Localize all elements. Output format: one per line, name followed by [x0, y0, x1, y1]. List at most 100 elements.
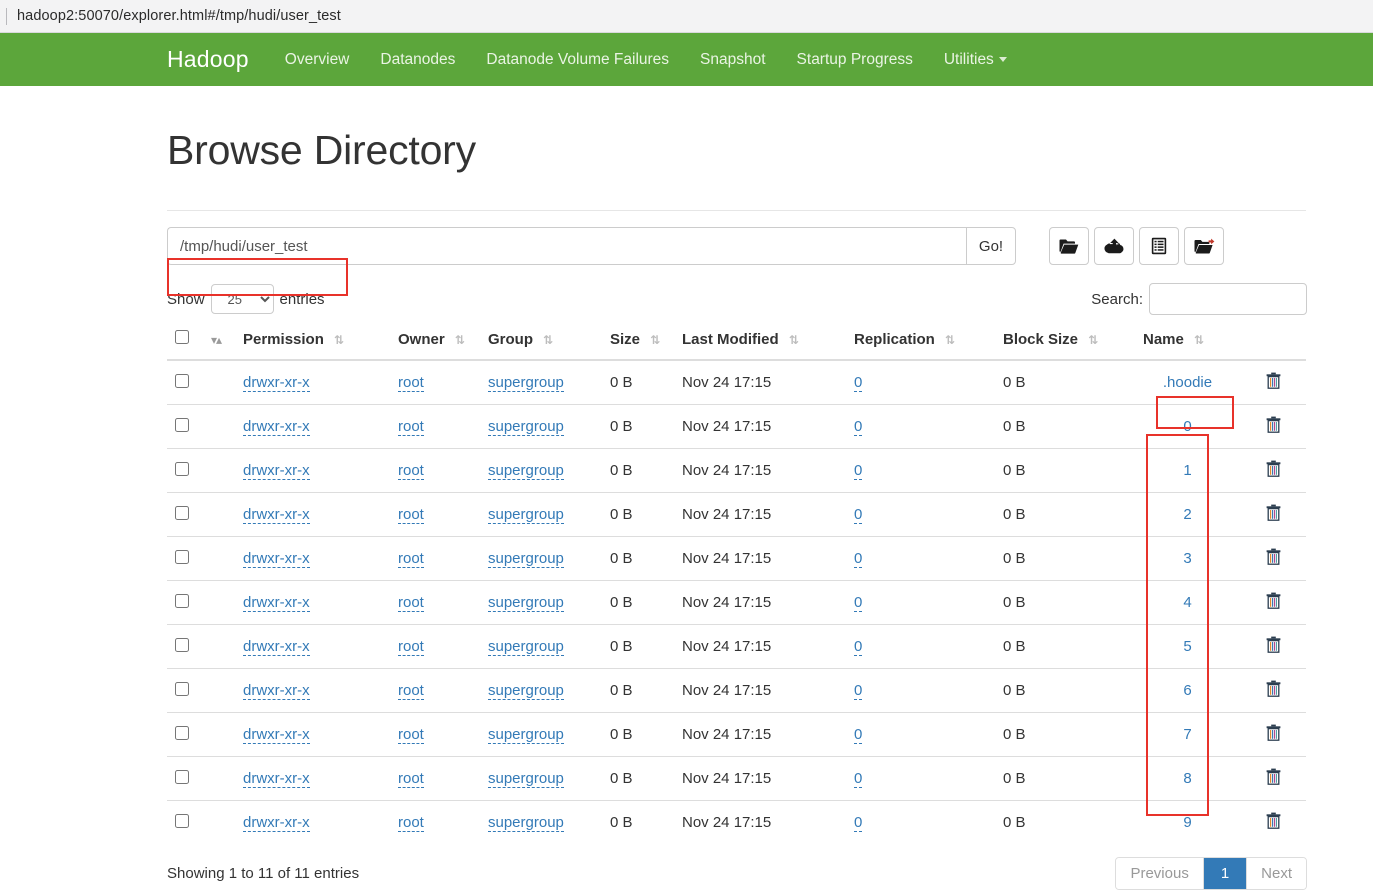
row-select-cell[interactable] — [167, 756, 197, 801]
owner-link[interactable]: root — [398, 594, 424, 613]
owner-link[interactable]: root — [398, 638, 424, 657]
trash-icon[interactable] — [1266, 460, 1281, 481]
trash-icon[interactable] — [1266, 636, 1281, 657]
name-link[interactable]: 5 — [1183, 638, 1191, 655]
replication-link[interactable]: 0 — [854, 726, 863, 745]
browser-url-bar[interactable]: hadoop2:50070/explorer.html#/tmp/hudi/us… — [0, 0, 1373, 33]
permission-link[interactable]: drwxr-xr-x — [243, 418, 310, 437]
snapshot-list-button[interactable] — [1139, 227, 1179, 266]
cut-paste-folder-button[interactable] — [1184, 227, 1224, 266]
group-link[interactable]: supergroup — [488, 506, 564, 525]
permission-link[interactable]: drwxr-xr-x — [243, 506, 310, 525]
permission-link[interactable]: drwxr-xr-x — [243, 374, 310, 393]
row-checkbox[interactable] — [175, 637, 189, 652]
nav-item-overview[interactable]: Overview — [285, 51, 350, 69]
path-input[interactable] — [167, 227, 966, 266]
th-replication[interactable]: Replication ⇅ — [846, 322, 995, 362]
group-link[interactable]: supergroup — [488, 770, 564, 789]
permission-link[interactable]: drwxr-xr-x — [243, 682, 310, 701]
name-link[interactable]: 8 — [1183, 770, 1191, 787]
group-link[interactable]: supergroup — [488, 682, 564, 701]
row-select-cell[interactable] — [167, 712, 197, 757]
th-last-modified[interactable]: Last Modified ⇅ — [674, 322, 846, 362]
name-link[interactable]: 9 — [1183, 814, 1191, 831]
permission-link[interactable]: drwxr-xr-x — [243, 462, 310, 481]
owner-link[interactable]: root — [398, 814, 424, 833]
row-checkbox[interactable] — [175, 681, 189, 696]
th-owner[interactable]: Owner ⇅ — [390, 322, 480, 362]
owner-link[interactable]: root — [398, 462, 424, 481]
select-all-checkbox[interactable] — [175, 330, 189, 345]
row-checkbox[interactable] — [175, 769, 189, 784]
permission-link[interactable]: drwxr-xr-x — [243, 770, 310, 789]
owner-link[interactable]: root — [398, 726, 424, 745]
owner-link[interactable]: root — [398, 550, 424, 569]
row-select-cell[interactable] — [167, 360, 197, 405]
row-checkbox[interactable] — [175, 461, 189, 476]
group-link[interactable]: supergroup — [488, 726, 564, 745]
permission-link[interactable]: drwxr-xr-x — [243, 594, 310, 613]
row-select-cell[interactable] — [167, 404, 197, 449]
row-select-cell[interactable] — [167, 668, 197, 713]
row-checkbox[interactable] — [175, 373, 189, 388]
group-link[interactable]: supergroup — [488, 418, 564, 437]
nav-item-datanode-volume-failures[interactable]: Datanode Volume Failures — [486, 51, 669, 69]
pagination-previous[interactable]: Previous — [1116, 858, 1204, 890]
owner-link[interactable]: root — [398, 682, 424, 701]
row-checkbox[interactable] — [175, 813, 189, 828]
replication-link[interactable]: 0 — [854, 418, 863, 437]
new-directory-button[interactable] — [1049, 227, 1089, 266]
pagination-next[interactable]: Next — [1247, 858, 1306, 890]
name-link[interactable]: 6 — [1183, 682, 1191, 699]
owner-link[interactable]: root — [398, 418, 424, 437]
search-input[interactable] — [1149, 283, 1307, 316]
trash-icon[interactable] — [1266, 592, 1281, 613]
replication-link[interactable]: 0 — [854, 682, 863, 701]
th-group[interactable]: Group ⇅ — [480, 322, 602, 362]
replication-link[interactable]: 0 — [854, 550, 863, 569]
brand-hadoop[interactable]: Hadoop — [167, 46, 249, 73]
row-checkbox[interactable] — [175, 417, 189, 432]
th-size[interactable]: Size ⇅ — [602, 322, 674, 362]
row-select-cell[interactable] — [167, 448, 197, 493]
owner-link[interactable]: root — [398, 374, 424, 393]
page-length-select[interactable]: 25 50 100 — [210, 284, 274, 315]
trash-icon[interactable] — [1266, 372, 1281, 393]
group-link[interactable]: supergroup — [488, 374, 564, 393]
name-link[interactable]: 1 — [1183, 462, 1191, 479]
replication-link[interactable]: 0 — [854, 770, 863, 789]
name-link[interactable]: 7 — [1183, 726, 1191, 743]
group-link[interactable]: supergroup — [488, 638, 564, 657]
th-name[interactable]: Name ⇅ — [1135, 322, 1240, 362]
th-permission[interactable]: Permission ⇅ — [235, 322, 390, 362]
name-link[interactable]: 4 — [1183, 594, 1191, 611]
group-link[interactable]: supergroup — [488, 814, 564, 833]
owner-link[interactable]: root — [398, 770, 424, 789]
nav-item-datanodes[interactable]: Datanodes — [380, 51, 455, 69]
permission-link[interactable]: drwxr-xr-x — [243, 550, 310, 569]
row-checkbox[interactable] — [175, 593, 189, 608]
row-checkbox[interactable] — [175, 725, 189, 740]
row-select-cell[interactable] — [167, 536, 197, 581]
th-select-all[interactable] — [167, 322, 197, 362]
row-select-cell[interactable] — [167, 492, 197, 537]
upload-file-button[interactable] — [1094, 227, 1134, 266]
nav-item-utilities[interactable]: Utilities — [944, 51, 1007, 69]
th-sort-flag[interactable]: ▾▴ — [197, 322, 235, 362]
trash-icon[interactable] — [1266, 812, 1281, 833]
replication-link[interactable]: 0 — [854, 638, 863, 657]
trash-icon[interactable] — [1266, 680, 1281, 701]
replication-link[interactable]: 0 — [854, 594, 863, 613]
group-link[interactable]: supergroup — [488, 462, 564, 481]
name-link[interactable]: 2 — [1183, 506, 1191, 523]
permission-link[interactable]: drwxr-xr-x — [243, 638, 310, 657]
row-checkbox[interactable] — [175, 549, 189, 564]
row-select-cell[interactable] — [167, 580, 197, 625]
permission-link[interactable]: drwxr-xr-x — [243, 726, 310, 745]
go-button[interactable]: Go! — [966, 227, 1016, 266]
replication-link[interactable]: 0 — [854, 814, 863, 833]
replication-link[interactable]: 0 — [854, 374, 863, 393]
trash-icon[interactable] — [1266, 548, 1281, 569]
row-select-cell[interactable] — [167, 624, 197, 669]
owner-link[interactable]: root — [398, 506, 424, 525]
